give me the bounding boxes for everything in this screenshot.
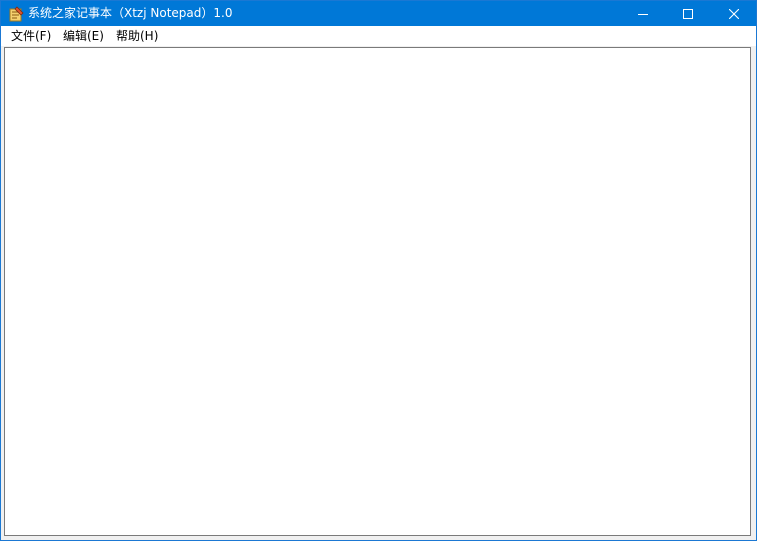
menu-help[interactable]: 帮助(H) <box>116 26 158 46</box>
close-icon <box>728 4 739 23</box>
menu-edit[interactable]: 编辑(E) <box>63 26 104 46</box>
maximize-icon <box>682 4 693 23</box>
window-title: 系统之家记事本（Xtzj Notepad）1.0 <box>28 6 233 20</box>
menu-file[interactable]: 文件(F) <box>11 26 51 46</box>
notepad-app-icon <box>8 6 24 22</box>
title-bar[interactable]: 系统之家记事本（Xtzj Notepad）1.0 <box>1 1 756 26</box>
minimize-button[interactable] <box>620 1 665 26</box>
notepad-window: 系统之家记事本（Xtzj Notepad）1.0 文件(F) 编辑(E) 帮助(… <box>0 0 757 541</box>
minimize-icon <box>637 4 648 23</box>
maximize-button[interactable] <box>665 1 710 26</box>
menu-bar: 文件(F) 编辑(E) 帮助(H) <box>1 26 756 47</box>
text-editor-area[interactable] <box>4 47 751 536</box>
close-button[interactable] <box>711 1 756 26</box>
